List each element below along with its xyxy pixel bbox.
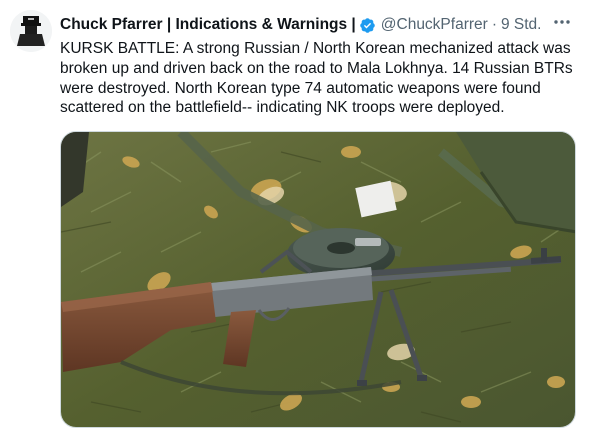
machine-gun-photo — [61, 132, 575, 427]
more-options-icon — [554, 20, 570, 24]
avatar-icon — [10, 10, 52, 52]
tweet-header: Chuck Pfarrer | Indications & Warnings |… — [60, 14, 579, 36]
tweet-card: Chuck Pfarrer | Indications & Warnings |… — [0, 0, 591, 438]
tweet-text: KURSK BATTLE: A strong Russian / North K… — [60, 39, 580, 118]
more-options-button[interactable] — [549, 12, 575, 32]
tweet-photo[interactable] — [60, 131, 576, 428]
avatar[interactable] — [10, 10, 52, 52]
timestamp[interactable]: 9 Std. — [501, 16, 542, 34]
tweet-text-line: broken up and driven back on the road to… — [60, 59, 573, 77]
header-separator: · — [491, 16, 497, 33]
verified-badge-icon — [360, 17, 375, 33]
user-handle[interactable]: @ChuckPfarrer — [381, 16, 488, 34]
tweet-text-line: KURSK BATTLE: A strong Russian / North K… — [60, 40, 571, 57]
tweet-text-line: scattered on the battlefield-- indicatin… — [60, 99, 505, 117]
tweet-text-line: were destroyed. North Korean type 74 aut… — [60, 79, 541, 97]
display-name[interactable]: Chuck Pfarrer | Indications & Warnings | — [60, 16, 356, 34]
